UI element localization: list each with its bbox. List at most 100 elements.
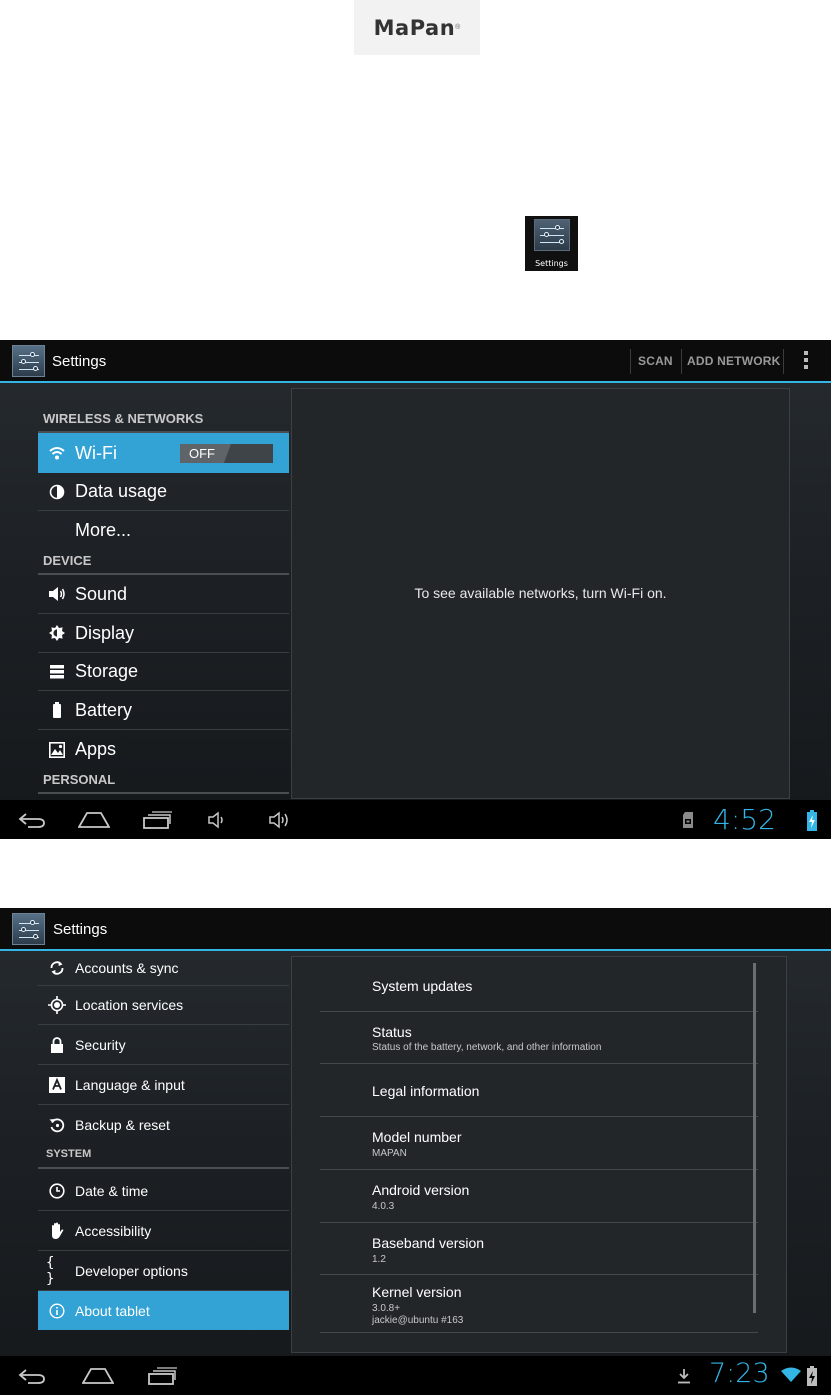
list-item: Model number MAPAN <box>320 1117 758 1170</box>
sidebar-item-battery[interactable]: Battery <box>38 691 289 730</box>
sidebar-item-label: Storage <box>75 661 139 681</box>
back-icon[interactable] <box>18 812 46 828</box>
sidebar-item-label: Date & time <box>75 1183 149 1199</box>
recent-apps-icon[interactable] <box>147 1367 177 1385</box>
about-tablet-panel: System updates Status Status of the batt… <box>291 956 787 1353</box>
wifi-toggle[interactable]: OFF <box>180 444 273 463</box>
battery-charging-icon <box>807 1366 817 1386</box>
clock-icon <box>46 1180 68 1202</box>
android-version-value: 4.0.3 <box>372 1201 395 1212</box>
status-clock[interactable]: 4:52 <box>713 803 776 836</box>
action-bar-title: Settings <box>53 921 108 938</box>
sidebar-item-language[interactable]: Language & input <box>38 1065 289 1105</box>
sidebar-item-about-tablet[interactable]: About tablet <box>38 1291 289 1330</box>
speaker-icon <box>46 583 68 605</box>
info-icon <box>46 1300 68 1322</box>
list-item[interactable]: Android version 4.0.3 <box>320 1170 758 1223</box>
list-item[interactable]: Legal information <box>320 1064 758 1117</box>
sidebar-item-more[interactable]: More... <box>38 511 289 549</box>
braces-icon: { } <box>46 1254 55 1287</box>
sidebar-item-sound[interactable]: Sound <box>38 575 289 614</box>
volume-up-icon[interactable] <box>268 810 294 830</box>
registered-mark: ® <box>455 24 461 31</box>
sidebar-item-location[interactable]: Location services <box>38 986 289 1025</box>
settings-sliders-icon[interactable] <box>12 913 45 945</box>
sidebar-item-label: Language & input <box>75 1076 185 1093</box>
status-summary: Status of the battery, network, and othe… <box>372 1042 602 1053</box>
sidebar-item-label: More... <box>75 519 132 540</box>
action-bar: Settings <box>0 908 831 951</box>
section-header-personal: PERSONAL <box>38 772 289 794</box>
scan-button[interactable]: SCAN <box>638 354 673 368</box>
kernel-version-build: jackie@ubuntu #163 <box>372 1315 464 1326</box>
baseband-version-title: Baseband version <box>372 1235 485 1251</box>
list-item: Baseband version 1.2 <box>320 1223 758 1275</box>
storage-icon <box>46 661 68 683</box>
section-header-wireless: WIRELESS & NETWORKS <box>38 411 289 433</box>
recent-apps-icon[interactable] <box>142 811 172 829</box>
wifi-settings-screen: Settings SCAN ADD NETWORK WIRELESS & NET… <box>0 340 831 839</box>
sidebar-item-wifi[interactable]: Wi-Fi OFF <box>38 433 289 473</box>
wifi-off-message: To see available networks, turn Wi-Fi on… <box>414 585 667 601</box>
about-tablet-screen: Settings Accounts & sync Location servic… <box>0 908 831 1395</box>
brand-logo: MaPan ® <box>354 0 480 55</box>
lock-icon <box>46 1034 68 1056</box>
sidebar-item-label: Data usage <box>75 481 168 501</box>
wifi-networks-panel: To see available networks, turn Wi-Fi on… <box>291 388 790 799</box>
settings-app-icon[interactable]: Settings <box>525 216 578 271</box>
model-number-title: Model number <box>372 1129 462 1145</box>
sidebar-item-developer-options[interactable]: { } Developer options <box>38 1251 289 1291</box>
sidebar-item-accounts-sync[interactable]: Accounts & sync <box>38 951 289 986</box>
sync-icon <box>46 957 68 979</box>
status-title: Status <box>372 1024 412 1040</box>
action-bar-title: Settings <box>52 353 107 370</box>
sidebar-item-storage[interactable]: Storage <box>38 653 289 691</box>
battery-icon <box>46 699 68 721</box>
sidebar-item-data-usage[interactable]: Data usage <box>38 473 289 511</box>
sidebar-item-apps[interactable]: Apps <box>38 730 289 769</box>
sidebar-item-label: Display <box>75 622 135 643</box>
list-item: Kernel version 3.0.8+ jackie@ubuntu #163 <box>320 1275 758 1333</box>
hand-icon <box>46 1220 68 1242</box>
back-icon[interactable] <box>18 1368 46 1384</box>
add-network-button[interactable]: ADD NETWORK <box>687 354 781 368</box>
wifi-icon <box>46 442 68 464</box>
overflow-menu-icon[interactable] <box>800 351 812 371</box>
brightness-icon <box>46 622 68 644</box>
pie-chart-icon <box>46 481 68 503</box>
baseband-version-value: 1.2 <box>372 1254 386 1265</box>
kernel-version-title: Kernel version <box>372 1284 462 1300</box>
sd-card-icon <box>683 812 693 828</box>
sidebar-item-label: Accessibility <box>75 1222 152 1239</box>
legal-information-title: Legal information <box>372 1083 480 1099</box>
android-version-title: Android version <box>372 1182 470 1198</box>
action-separator <box>783 349 784 374</box>
settings-sliders-icon[interactable] <box>12 345 45 377</box>
list-item[interactable]: System updates <box>320 957 758 1012</box>
sidebar-item-security[interactable]: Security <box>38 1025 289 1065</box>
system-navigation-bar: 4:52 <box>0 800 831 839</box>
volume-down-icon[interactable] <box>207 811 227 829</box>
apps-icon <box>46 739 68 761</box>
kernel-version-value: 3.0.8+ <box>372 1303 401 1314</box>
sidebar-item-label: Battery <box>75 699 133 720</box>
sidebar-item-label: Security <box>75 1036 126 1053</box>
sidebar-item-backup-reset[interactable]: Backup & reset <box>38 1105 289 1144</box>
sidebar-item-accessibility[interactable]: Accessibility <box>38 1211 289 1251</box>
sidebar-item-date-time[interactable]: Date & time <box>38 1172 289 1211</box>
home-icon[interactable] <box>82 1367 114 1384</box>
status-clock[interactable]: 7:23 <box>709 1358 770 1389</box>
list-item[interactable]: Status Status of the battery, network, a… <box>320 1012 758 1064</box>
sidebar-item-label: Sound <box>75 583 128 604</box>
action-separator <box>630 349 631 374</box>
language-icon <box>46 1074 68 1096</box>
settings-sliders-icon <box>533 219 570 251</box>
download-icon <box>678 1369 690 1384</box>
scrollbar[interactable] <box>753 963 756 1313</box>
settings-app-label: Settings <box>535 259 568 268</box>
backup-icon <box>46 1114 68 1136</box>
sidebar-item-display[interactable]: Display <box>38 614 289 653</box>
home-icon[interactable] <box>78 811 110 828</box>
sidebar-item-label: Accounts & sync <box>75 960 179 976</box>
sidebar-item-label: Backup & reset <box>75 1116 170 1133</box>
